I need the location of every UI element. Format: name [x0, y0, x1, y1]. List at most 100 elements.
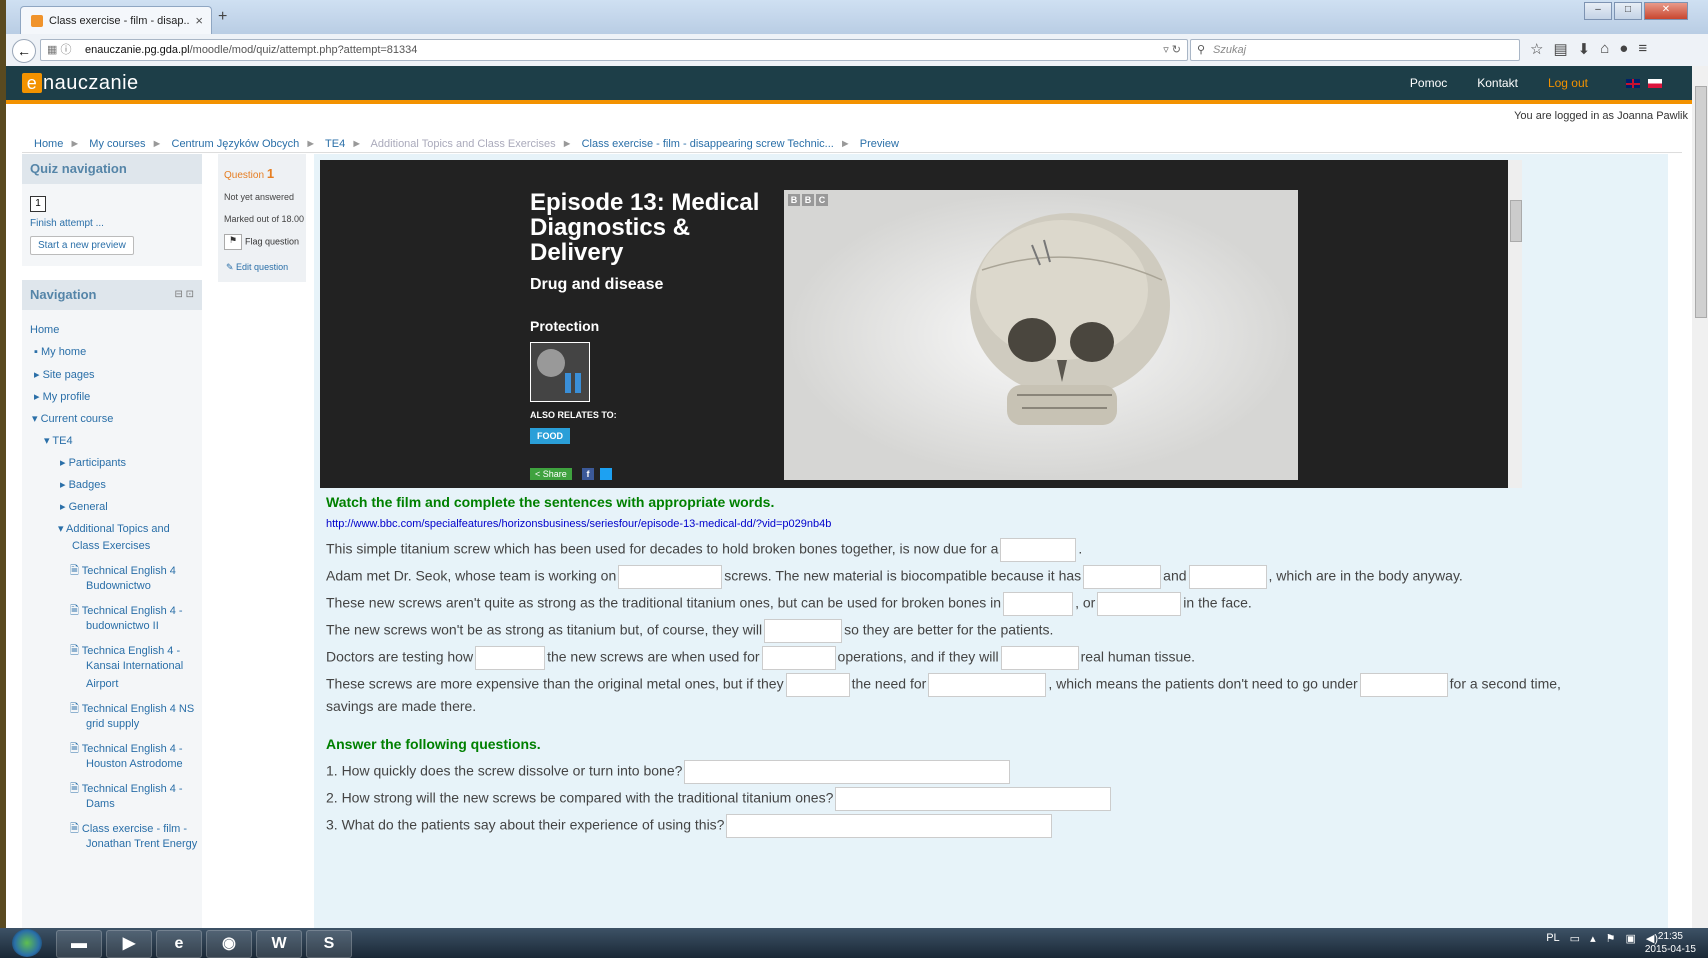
answer-field[interactable]	[928, 673, 1047, 697]
flag-question-button[interactable]: ⚑ Flag question	[224, 234, 299, 250]
nav-activity-line2[interactable]: Budownictwo	[86, 580, 151, 592]
skype-icon[interactable]: S	[306, 930, 352, 958]
bookmarks-list-icon[interactable]: ▤	[1553, 40, 1567, 58]
twitter-icon[interactable]	[600, 468, 612, 480]
nav-activity[interactable]: 🗎 Class exercise - film -	[70, 820, 187, 839]
site-logo[interactable]: e nauczanie	[22, 72, 139, 95]
nav-activity-line2[interactable]: budownictwo II	[86, 620, 159, 632]
nav-te4[interactable]: ▾ TE4	[44, 434, 73, 447]
nav-activity[interactable]: 🗎 Technical English 4 -	[70, 780, 183, 799]
nav-current-course[interactable]: ▾ Current course	[32, 412, 113, 425]
answer-field[interactable]	[475, 646, 546, 670]
media-player-icon[interactable]: ▶	[106, 930, 152, 958]
film-link[interactable]: http://www.bbc.com/specialfeatures/horiz…	[326, 518, 831, 530]
answer-field[interactable]	[1000, 646, 1079, 670]
facebook-icon[interactable]: f	[582, 468, 594, 480]
nav-activity-line2[interactable]: Houston Astrodome	[86, 758, 183, 770]
action-center-icon[interactable]: ⚑	[1606, 932, 1616, 945]
video-still[interactable]: BBC	[784, 190, 1298, 480]
nav-additional-topics[interactable]: ▾ Additional Topics and	[58, 522, 170, 535]
answer-field[interactable]	[684, 760, 1011, 784]
word-icon[interactable]: W	[256, 930, 302, 958]
nav-activity[interactable]: 🗎 Technical English 4	[70, 562, 176, 581]
breadcrumb-class-exercise[interactable]: Class exercise - film - disappearing scr…	[582, 138, 834, 150]
system-clock[interactable]: 21:35 2015-04-15	[1645, 930, 1696, 956]
answer-field[interactable]	[761, 646, 836, 670]
nav-site-pages[interactable]: ▸ Site pages	[34, 368, 95, 381]
logout-link[interactable]: Log out	[1548, 76, 1588, 90]
answer-field[interactable]	[618, 565, 723, 589]
nav-activity-line2[interactable]: Jonathan Trent Energy	[86, 838, 197, 850]
share-button[interactable]: < Share	[530, 468, 572, 480]
nav-activity-line2[interactable]: Dams	[86, 798, 115, 810]
nav-my-home[interactable]: ▪ My home	[34, 346, 86, 358]
breadcrumb-additional-topics[interactable]: Additional Topics and Class Exercises	[371, 138, 556, 150]
edit-question-link[interactable]: ✎ Edit question	[226, 262, 288, 273]
scroll-thumb[interactable]	[1695, 86, 1707, 318]
start-button[interactable]	[12, 929, 42, 957]
food-tag-button[interactable]: FOOD	[530, 428, 570, 444]
answer-field[interactable]	[1097, 592, 1182, 616]
maximize-button[interactable]: □	[1614, 2, 1642, 20]
nav-activity-line3[interactable]: Airport	[86, 678, 118, 690]
nav-additional-topics-line2[interactable]: Class Exercises	[72, 540, 150, 552]
pl-flag-icon[interactable]	[1648, 79, 1662, 89]
video-scrollbar[interactable]	[1508, 160, 1522, 488]
answer-field[interactable]	[764, 619, 843, 643]
search-input[interactable]: ⚲ Szukaj	[1190, 39, 1520, 61]
answer-field[interactable]	[835, 787, 1112, 811]
breadcrumb-centrum[interactable]: Centrum Języków Obcych	[172, 138, 300, 150]
nav-activity[interactable]: 🗎 Technical English 4 -	[70, 602, 183, 621]
answer-field[interactable]	[726, 814, 1053, 838]
keyboard-icon[interactable]: ▭	[1570, 932, 1580, 945]
start-new-preview-button[interactable]: Start a new preview	[30, 236, 134, 255]
address-bar[interactable]: ▦ ⓘ enauczanie.pg.gda.pl/moodle/mod/quiz…	[40, 39, 1188, 61]
nav-participants[interactable]: ▸ Participants	[60, 456, 126, 469]
answer-field[interactable]	[1003, 592, 1074, 616]
tab-close-icon[interactable]: ×	[195, 13, 203, 28]
internet-explorer-icon[interactable]: e	[156, 930, 202, 958]
nav-activity-line2[interactable]: Kansai International	[86, 660, 183, 672]
answer-field[interactable]	[1359, 673, 1448, 697]
bookmark-star-icon[interactable]: ☆	[1530, 40, 1543, 58]
home-icon[interactable]: ⌂	[1600, 40, 1609, 58]
site-identity-icon[interactable]: ▦ ⓘ	[47, 40, 71, 60]
topic-thumbnail[interactable]	[530, 342, 590, 402]
show-hidden-icon[interactable]: ▴	[1590, 932, 1596, 945]
collapse-block-icon[interactable]: ⊟ ⊡	[174, 289, 194, 300]
nav-general[interactable]: ▸ General	[60, 500, 108, 513]
question-1-button[interactable]: 1	[30, 196, 46, 212]
answer-field[interactable]	[1188, 565, 1267, 589]
browser-tab[interactable]: Class exercise - film - disap... ×	[20, 6, 212, 35]
download-icon[interactable]: ⬇	[1578, 40, 1591, 58]
breadcrumb-home[interactable]: Home	[34, 138, 63, 150]
reload-icon[interactable]: ▿ ↻	[1163, 40, 1181, 60]
page-scrollbar[interactable]	[1692, 66, 1708, 928]
back-arrow-icon[interactable]: ←	[12, 39, 36, 63]
breadcrumb-te4[interactable]: TE4	[325, 138, 345, 150]
close-window-button[interactable]: ✕	[1644, 2, 1688, 20]
breadcrumb-preview[interactable]: Preview	[860, 138, 899, 150]
explorer-icon[interactable]: ▬	[56, 930, 102, 958]
new-tab-button[interactable]: +	[218, 8, 227, 26]
uk-flag-icon[interactable]	[1626, 79, 1640, 89]
nav-activity[interactable]: 🗎 Technical English 4 -	[70, 740, 183, 759]
answer-field[interactable]	[1083, 565, 1162, 589]
chat-icon[interactable]: ●	[1619, 40, 1628, 58]
language-indicator[interactable]: PL	[1546, 932, 1559, 945]
contact-link[interactable]: Kontakt	[1477, 76, 1518, 90]
finish-attempt-link[interactable]: Finish attempt ...	[30, 218, 104, 229]
nav-my-profile[interactable]: ▸ My profile	[34, 390, 90, 403]
network-icon[interactable]: ▣	[1625, 932, 1635, 945]
answer-field[interactable]	[1000, 538, 1077, 562]
firefox-icon[interactable]: ◉	[206, 930, 252, 958]
menu-icon[interactable]: ≡	[1638, 40, 1647, 58]
scroll-thumb[interactable]	[1510, 200, 1522, 242]
nav-activity[interactable]: 🗎 Technical English 4 NS	[70, 700, 194, 719]
help-link[interactable]: Pomoc	[1410, 76, 1447, 90]
breadcrumb-my-courses[interactable]: My courses	[89, 138, 145, 150]
answer-field[interactable]	[785, 673, 850, 697]
nav-activity-line2[interactable]: grid supply	[86, 718, 139, 730]
minimize-button[interactable]: –	[1584, 2, 1612, 20]
nav-home[interactable]: Home	[30, 324, 59, 336]
